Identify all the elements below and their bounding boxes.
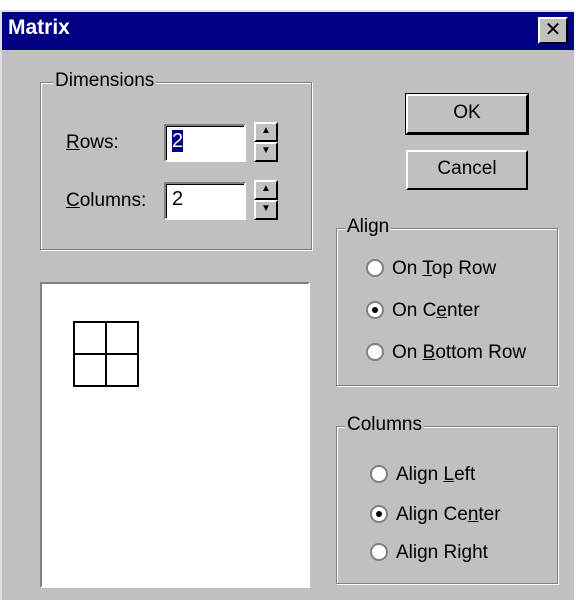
matrix-dialog: Matrix ✕ Dimensions Rows: 2 ▲ ▼ Columns:…: [0, 10, 574, 600]
rows-down-button[interactable]: ▼: [254, 142, 278, 162]
radio-circle-icon: [366, 343, 384, 361]
arrow-up-icon: ▲: [261, 183, 271, 194]
radio-align-right[interactable]: Align Right: [370, 542, 488, 564]
close-button[interactable]: ✕: [538, 17, 568, 44]
dimensions-group: Dimensions: [40, 70, 312, 250]
columns-input[interactable]: 2: [164, 182, 246, 220]
radio-align-left[interactable]: Align Left: [370, 464, 475, 486]
matrix-grid-preview: [73, 321, 139, 387]
rows-label: Rows:: [66, 132, 119, 153]
matrix-cell: [73, 353, 107, 387]
radio-on-bottom-row[interactable]: On Bottom Row: [366, 342, 526, 364]
arrow-down-icon: ▼: [261, 145, 271, 156]
close-icon: ✕: [544, 19, 562, 41]
arrow-down-icon: ▼: [261, 203, 271, 214]
radio-on-center[interactable]: On Center: [366, 300, 480, 322]
radio-on-top-row[interactable]: On Top Row: [366, 258, 496, 280]
cancel-button[interactable]: Cancel: [406, 150, 528, 190]
rows-spinner[interactable]: ▲ ▼: [254, 122, 278, 162]
radio-selected-icon: [370, 505, 388, 523]
radio-circle-icon: [366, 259, 384, 277]
ok-button[interactable]: OK: [405, 93, 529, 135]
align-legend: Align: [345, 216, 392, 238]
window-title: Matrix: [8, 16, 70, 39]
radio-align-center[interactable]: Align Center: [370, 504, 501, 526]
radio-circle-icon: [370, 465, 388, 483]
dimensions-legend: Dimensions: [53, 70, 157, 92]
arrow-up-icon: ▲: [261, 125, 271, 136]
matrix-cell: [73, 321, 107, 355]
matrix-cell: [105, 321, 139, 355]
columns-legend: Columns: [345, 414, 424, 436]
columns-up-button[interactable]: ▲: [254, 180, 278, 200]
columns-label: Columns:: [66, 190, 147, 211]
rows-up-button[interactable]: ▲: [254, 122, 278, 142]
rows-input[interactable]: 2: [164, 124, 246, 162]
title-bar[interactable]: Matrix ✕: [2, 12, 574, 50]
columns-down-button[interactable]: ▼: [254, 200, 278, 220]
radio-selected-icon: [366, 301, 384, 319]
radio-circle-icon: [370, 543, 388, 561]
matrix-preview: [40, 282, 310, 588]
columns-spinner[interactable]: ▲ ▼: [254, 180, 278, 220]
matrix-cell: [105, 353, 139, 387]
